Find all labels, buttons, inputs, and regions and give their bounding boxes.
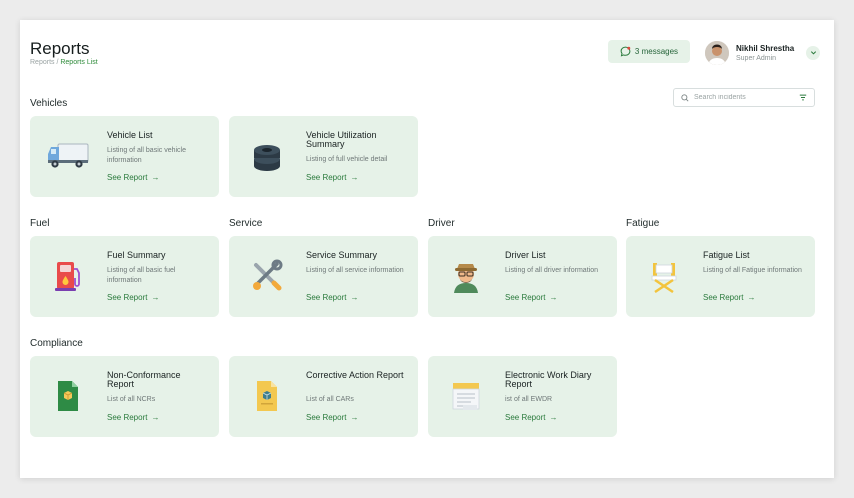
report-card-corrective-action[interactable]: Corrective Action Report List of all CAR… bbox=[229, 356, 418, 437]
see-report-label: See Report bbox=[505, 413, 546, 422]
see-report-label: See Report bbox=[107, 293, 148, 302]
see-report-link-electronic-work-diary[interactable]: See Report → bbox=[505, 413, 557, 422]
see-report-link-non-conformance[interactable]: See Report → bbox=[107, 413, 159, 422]
arrow-right-icon: → bbox=[350, 293, 359, 302]
card-description: Listing of all basic vehicle information bbox=[107, 147, 186, 164]
arrow-right-icon: → bbox=[549, 413, 558, 422]
arrow-right-icon: → bbox=[151, 293, 160, 302]
search-icon bbox=[681, 93, 689, 102]
driver-icon bbox=[444, 256, 488, 296]
truck-icon bbox=[46, 136, 90, 176]
search-box bbox=[673, 88, 815, 107]
card-description: List of all NCRs bbox=[107, 396, 156, 403]
see-report-label: See Report bbox=[505, 293, 546, 302]
arrow-right-icon: → bbox=[549, 293, 558, 302]
card-title: Electronic Work Diary Report bbox=[505, 370, 592, 389]
reports-page: Reports Reports / Reports List 3 message… bbox=[20, 20, 834, 478]
report-card-fatigue-list[interactable]: Fatigue List Listing of all Fatigue info… bbox=[626, 236, 815, 317]
chat-icon bbox=[620, 46, 631, 57]
card-title: Service Summary bbox=[306, 250, 378, 260]
search-input[interactable] bbox=[694, 94, 799, 101]
arrow-right-icon: → bbox=[151, 413, 160, 422]
see-report-label: See Report bbox=[306, 293, 347, 302]
tires-icon bbox=[245, 136, 289, 176]
section-title-service: Service bbox=[229, 218, 263, 229]
arrow-right-icon: → bbox=[747, 293, 756, 302]
user-name: Nikhil Shrestha bbox=[736, 43, 795, 53]
avatar bbox=[705, 40, 729, 65]
arrow-right-icon: → bbox=[151, 173, 160, 182]
document-box-icon bbox=[245, 376, 289, 416]
breadcrumb: Reports / Reports List bbox=[30, 59, 98, 66]
breadcrumb-root[interactable]: Reports bbox=[30, 59, 55, 66]
messages-button[interactable]: 3 messages bbox=[608, 40, 690, 63]
chevron-down-icon bbox=[810, 51, 816, 55]
report-card-driver-list[interactable]: Driver List Listing of all driver inform… bbox=[428, 236, 617, 317]
report-card-service-summary[interactable]: Service Summary Listing of all service i… bbox=[229, 236, 418, 317]
report-card-non-conformance[interactable]: Non-Conformance Report List of all NCRs … bbox=[30, 356, 219, 437]
user-menu[interactable]: Nikhil Shrestha Super Admin bbox=[705, 40, 821, 65]
see-report-link-vehicle-list[interactable]: See Report → bbox=[107, 173, 159, 182]
card-title: Fuel Summary bbox=[107, 250, 166, 260]
user-dropdown-button[interactable] bbox=[806, 45, 821, 60]
section-title-vehicles: Vehicles bbox=[30, 98, 68, 109]
arrow-right-icon: → bbox=[350, 173, 359, 182]
section-title-compliance: Compliance bbox=[30, 338, 83, 349]
page-title: Reports bbox=[30, 39, 90, 58]
messages-label: 3 messages bbox=[634, 47, 679, 56]
see-report-link-fatigue-list[interactable]: See Report → bbox=[703, 293, 755, 302]
section-title-fatigue: Fatigue bbox=[626, 218, 660, 229]
user-role: Super Admin bbox=[736, 54, 777, 62]
section-title-driver: Driver bbox=[428, 218, 455, 229]
see-report-link-fuel-summary[interactable]: See Report → bbox=[107, 293, 159, 302]
spreadsheet-document-icon bbox=[46, 376, 90, 416]
report-card-electronic-work-diary[interactable]: Electronic Work Diary Report ist of all … bbox=[428, 356, 617, 437]
see-report-label: See Report bbox=[306, 413, 347, 422]
card-description: Listing of all driver information bbox=[505, 267, 598, 274]
director-chair-icon bbox=[642, 256, 686, 296]
see-report-label: See Report bbox=[703, 293, 744, 302]
see-report-label: See Report bbox=[107, 413, 148, 422]
notepad-icon bbox=[444, 376, 488, 416]
card-title: Corrective Action Report bbox=[306, 370, 404, 380]
see-report-label: See Report bbox=[306, 173, 347, 182]
report-card-fuel-summary[interactable]: Fuel Summary Listing of all basic fuel i… bbox=[30, 236, 219, 317]
user-info: Nikhil Shrestha Super Admin bbox=[736, 44, 794, 62]
breadcrumb-current: Reports List bbox=[60, 59, 98, 66]
card-description: ist of all EWDR bbox=[505, 396, 553, 403]
card-description: List of all CARs bbox=[306, 396, 354, 403]
card-title: Driver List bbox=[505, 250, 546, 260]
tools-icon bbox=[245, 256, 289, 296]
card-title: Non-Conformance Report bbox=[107, 370, 181, 389]
card-title: Vehicle List bbox=[107, 130, 153, 140]
card-description: Listing of all service information bbox=[306, 267, 404, 274]
see-report-link-service-summary[interactable]: See Report → bbox=[306, 293, 358, 302]
arrow-right-icon: → bbox=[350, 413, 359, 422]
see-report-link-driver-list[interactable]: See Report → bbox=[505, 293, 557, 302]
card-title: Vehicle Utilization Summary bbox=[306, 130, 377, 149]
section-title-fuel: Fuel bbox=[30, 218, 50, 229]
report-card-vehicle-utilization[interactable]: Vehicle Utilization Summary Listing of f… bbox=[229, 116, 418, 197]
see-report-link-vehicle-utilization[interactable]: See Report → bbox=[306, 173, 358, 182]
report-card-vehicle-list[interactable]: Vehicle List Listing of all basic vehicl… bbox=[30, 116, 219, 197]
card-description: Listing of full vehicle detail bbox=[306, 156, 388, 163]
fuel-pump-icon bbox=[46, 256, 90, 296]
see-report-link-corrective-action[interactable]: See Report → bbox=[306, 413, 358, 422]
card-description: Listing of all basic fuel information bbox=[107, 267, 176, 284]
see-report-label: See Report bbox=[107, 173, 148, 182]
card-description: Listing of all Fatigue information bbox=[703, 267, 802, 274]
filter-icon[interactable] bbox=[799, 94, 807, 101]
card-title: Fatigue List bbox=[703, 250, 750, 260]
